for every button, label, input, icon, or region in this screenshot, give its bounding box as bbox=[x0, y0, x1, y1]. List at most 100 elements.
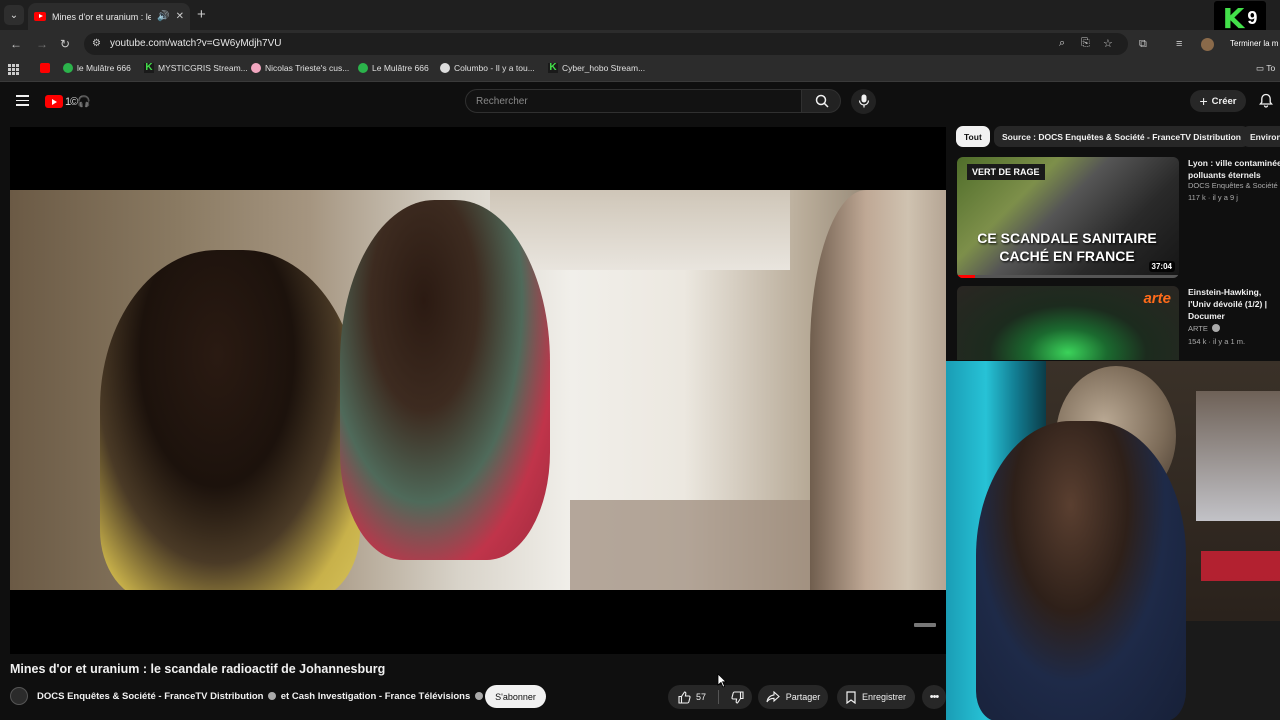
dislike-button[interactable] bbox=[723, 685, 751, 709]
address-bar[interactable]: ⚙ youtube.com/watch?v=GW6yMdjh7VU ⌕ ⎘ ☆ bbox=[84, 33, 1128, 55]
bookmark-star-icon[interactable]: ☆ bbox=[1103, 37, 1113, 50]
video-person-man bbox=[810, 190, 946, 590]
media-controls-icon[interactable]: ≡ bbox=[1176, 38, 1182, 50]
channel-avatar[interactable] bbox=[10, 687, 28, 705]
youtube-logo[interactable]: 1©🎧 bbox=[45, 95, 91, 108]
broadcaster-watermark bbox=[914, 623, 936, 627]
install-app-icon[interactable]: ⎘ bbox=[1081, 37, 1090, 50]
back-arrow-icon[interactable]: ← bbox=[10, 37, 22, 51]
extensions-icon[interactable]: ⧉ bbox=[1139, 38, 1147, 51]
chip-environment[interactable]: Environ bbox=[1242, 126, 1280, 147]
recommended-video[interactable]: arte Einstein-Hawking, l'Univ dévoilé (1… bbox=[957, 286, 1280, 360]
profile-avatar[interactable] bbox=[1201, 38, 1214, 51]
video-person-child bbox=[340, 200, 550, 560]
apps-grid-icon[interactable] bbox=[8, 64, 19, 75]
bookmarks-folder[interactable]: ▭ To bbox=[1256, 63, 1275, 74]
recommended-video[interactable]: VERT DE RAGE CE SCANDALE SANITAIRE CACHÉ… bbox=[957, 157, 1280, 280]
new-tab-button[interactable]: + bbox=[197, 6, 206, 23]
chip-all[interactable]: Tout bbox=[956, 126, 990, 147]
bookmark-label: Le Mulâtre 666 bbox=[372, 63, 429, 73]
search-icon bbox=[815, 94, 829, 108]
share-arrow-icon bbox=[766, 691, 780, 703]
ghost-icon bbox=[440, 63, 450, 73]
webcam-overlay bbox=[946, 361, 1280, 720]
verified-icon bbox=[268, 692, 277, 700]
channel-name-2[interactable]: Cash Investigation - France Télévisions bbox=[292, 691, 470, 702]
close-tab-icon[interactable]: ✕ bbox=[176, 11, 184, 22]
reload-icon[interactable]: ↻ bbox=[60, 37, 70, 51]
pink-avatar-icon bbox=[251, 63, 261, 73]
save-label: Enregistrer bbox=[861, 692, 906, 702]
voice-search-button[interactable] bbox=[851, 89, 876, 114]
bookmark-youtube[interactable] bbox=[40, 63, 50, 73]
recommended-channel[interactable]: DOCS Enquêtes & Société - bbox=[1188, 181, 1280, 190]
thumbs-down-icon bbox=[730, 690, 744, 704]
video-thumbnail[interactable]: arte bbox=[957, 286, 1179, 360]
recommended-meta: 154 k · il y a 1 m. bbox=[1188, 337, 1246, 346]
bookmark-item[interactable]: K MYSTICGRIS Stream... bbox=[144, 63, 248, 73]
browser-toolbar: ← → ↻ ⚙ youtube.com/watch?v=GW6yMdjh7VU … bbox=[0, 30, 1280, 58]
subscribe-button[interactable]: S'abonner bbox=[485, 685, 546, 708]
folder-icon: ▭ bbox=[1256, 63, 1267, 73]
channel-name[interactable]: DOCS Enquêtes & Société - FranceTV Distr… bbox=[37, 691, 263, 702]
url-text[interactable]: youtube.com/watch?v=GW6yMdjh7VU bbox=[110, 38, 281, 49]
channel-names[interactable]: DOCS Enquêtes & Société - FranceTV Distr… bbox=[37, 691, 485, 702]
forward-arrow-icon[interactable]: → bbox=[36, 37, 48, 51]
video-background-sofa bbox=[570, 500, 830, 590]
speaker-icon[interactable]: 🔊 bbox=[157, 11, 169, 22]
bookmark-label: le Mulâtre 666 bbox=[77, 63, 131, 73]
hamburger-menu-icon[interactable] bbox=[16, 95, 29, 106]
search-placeholder: Rechercher bbox=[476, 96, 528, 107]
watch-progress-fill bbox=[957, 275, 975, 278]
chip-source[interactable]: Source : DOCS Enquêtes & Société - Franc… bbox=[994, 126, 1249, 147]
like-button[interactable]: 57 bbox=[668, 685, 716, 709]
search-button[interactable] bbox=[801, 89, 841, 113]
plus-icon: + bbox=[1199, 93, 1208, 109]
divider bbox=[718, 690, 719, 704]
filter-chips: Tout Source : DOCS Enquêtes & Société - … bbox=[956, 126, 1280, 148]
watch-progress-bar bbox=[957, 275, 1179, 278]
bookmark-label: Columbo - Il y a tou... bbox=[454, 63, 535, 73]
thumbs-up-icon bbox=[678, 690, 691, 704]
site-info-icon[interactable]: ⚙ bbox=[92, 38, 104, 50]
search-input[interactable]: Rechercher bbox=[465, 89, 802, 113]
recommended-meta: 117 k · il y a 9 j bbox=[1188, 193, 1238, 202]
arte-logo: arte bbox=[1143, 290, 1171, 307]
folder-label: To bbox=[1266, 63, 1276, 73]
active-tab[interactable]: Mines d'or et uranium : le s 🔊 ✕ bbox=[28, 3, 190, 30]
more-actions-button[interactable]: ••• bbox=[922, 685, 946, 709]
mouse-cursor-icon bbox=[717, 673, 727, 688]
thumbnail-headline: CE SCANDALE SANITAIRE CACHÉ EN FRANCE bbox=[977, 230, 1157, 264]
verified-icon bbox=[1211, 324, 1220, 332]
share-button[interactable]: Partager bbox=[758, 685, 828, 709]
bookmarks-bar: le Mulâtre 666 K MYSTICGRIS Stream... Nic… bbox=[0, 58, 1280, 82]
webcam-red-light bbox=[1201, 551, 1280, 581]
create-button[interactable]: + Créer bbox=[1190, 90, 1246, 112]
video-player[interactable] bbox=[10, 127, 946, 654]
logo-doodle: 1©🎧 bbox=[65, 96, 91, 108]
bookmark-item[interactable]: Le Mulâtre 666 bbox=[358, 63, 429, 73]
video-background-window bbox=[490, 190, 790, 270]
profile-action-label[interactable]: Terminer la m bbox=[1230, 39, 1278, 48]
badge-number: 9 bbox=[1247, 7, 1258, 28]
kick-icon: K bbox=[548, 62, 558, 73]
youtube-favicon-icon bbox=[34, 12, 46, 21]
tab-search-button[interactable]: ⌄ bbox=[4, 5, 24, 25]
create-label: Créer bbox=[1211, 95, 1237, 107]
bookmark-item[interactable]: le Mulâtre 666 bbox=[63, 63, 131, 73]
channel-joiner: et bbox=[280, 691, 290, 702]
bookmark-item[interactable]: Nicolas Trieste's cus... bbox=[251, 63, 349, 73]
recommended-channel[interactable]: ARTE bbox=[1188, 324, 1222, 333]
video-thumbnail[interactable]: VERT DE RAGE CE SCANDALE SANITAIRE CACHÉ… bbox=[957, 157, 1179, 278]
webcam-poster bbox=[1196, 391, 1280, 521]
zoom-icon[interactable]: ⌕ bbox=[1059, 37, 1065, 50]
bookmark-item[interactable]: Columbo - Il y a tou... bbox=[440, 63, 535, 73]
microphone-icon bbox=[858, 94, 870, 108]
share-label: Partager bbox=[785, 692, 821, 702]
save-button[interactable]: Enregistrer bbox=[837, 685, 915, 709]
recommended-title[interactable]: Einstein-Hawking, l'Univ dévoilé (1/2) |… bbox=[1188, 286, 1280, 323]
bookmark-item[interactable]: K Cyber_hobo Stream... bbox=[548, 63, 645, 73]
recommended-title[interactable]: Lyon : ville contaminée polluants éterne… bbox=[1188, 157, 1280, 182]
like-dislike-group: 57 bbox=[668, 685, 752, 709]
notifications-bell-icon[interactable] bbox=[1259, 93, 1273, 108]
